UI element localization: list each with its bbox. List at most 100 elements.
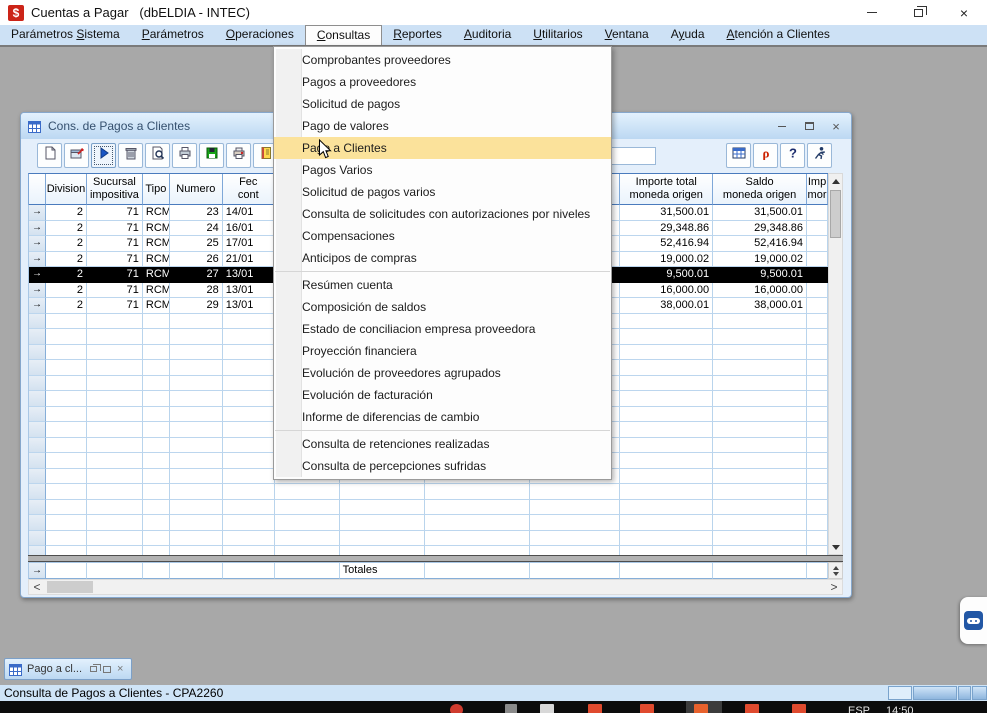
taskbar-app-icon[interactable] [540, 704, 554, 713]
empty-row[interactable] [29, 500, 828, 516]
cell-c7 [340, 546, 425, 555]
menu-item-evolucion-de-facturacion[interactable]: Evolución de facturación [274, 384, 611, 406]
menu-item-compensaciones[interactable]: Compensaciones [274, 225, 611, 247]
menu-item-consulta-de-solicitudes-con-autorizaciones-por-niveles[interactable]: Consulta de solicitudes con autorizacion… [274, 203, 611, 225]
statusbar-panel [958, 686, 971, 700]
vertical-scrollbar[interactable] [828, 173, 843, 555]
menubar-item-atencion-a-clientes[interactable]: Atención a Clientes [716, 25, 841, 45]
table-button[interactable] [726, 143, 751, 168]
help-button[interactable]: ? [780, 143, 805, 168]
taskbar-app-icon[interactable] [505, 704, 517, 713]
empty-row[interactable] [29, 531, 828, 547]
scroll-up-button[interactable] [829, 174, 842, 188]
save-button[interactable] [199, 143, 224, 168]
taskbar-clock[interactable]: 14:50 [886, 705, 914, 713]
column-header-fecha[interactable]: Fec cont [223, 174, 275, 205]
cell-impmor [807, 500, 828, 516]
horizontal-scroll-thumb[interactable] [47, 581, 93, 593]
cell-marker [29, 484, 46, 500]
menubar-item-auditoria[interactable]: Auditoria [453, 25, 522, 45]
menubar-item-reportes[interactable]: Reportes [382, 25, 453, 45]
new-document-button[interactable] [37, 143, 62, 168]
column-header-numero[interactable]: Numero [170, 174, 223, 205]
close-button[interactable]: × [941, 0, 987, 25]
menubar-item-consultas[interactable]: Consultas [305, 25, 382, 45]
taskbar-app-icon[interactable] [792, 704, 806, 713]
taskbar-app-icon[interactable] [640, 704, 654, 713]
menubar-item-ayuda[interactable]: Ayuda [660, 25, 716, 45]
chart-button[interactable]: ρ [753, 143, 778, 168]
menu-item-consulta-de-retenciones-realizadas[interactable]: Consulta de retenciones realizadas [274, 433, 611, 455]
taskbar-app-icon[interactable] [450, 704, 463, 713]
os-taskbar[interactable]: ESP 14:50 [0, 701, 987, 713]
column-header-marker[interactable] [29, 174, 46, 205]
taskbar-app-icon[interactable] [745, 704, 759, 713]
edit-record-button[interactable] [64, 143, 89, 168]
menubar-item-utilitarios[interactable]: Utilitarios [522, 25, 593, 45]
menu-item-informe-de-diferencias-de-cambio[interactable]: Informe de diferencias de cambio [274, 406, 611, 428]
run-button[interactable] [91, 143, 116, 168]
menu-item-pago-de-valores[interactable]: Pago de valores [274, 115, 611, 137]
menubar-item-parametros[interactable]: Parámetros [131, 25, 215, 45]
cell-saldo: 16,000.00 [713, 283, 807, 299]
menu-item-resumen-cuenta[interactable]: Resúmen cuenta [274, 274, 611, 296]
menubar-item-operaciones[interactable]: Operaciones [215, 25, 305, 45]
menubar-item-ventana[interactable]: Ventana [594, 25, 660, 45]
preview-icon [150, 145, 166, 166]
cell-numero [170, 515, 223, 531]
menu-item-estado-de-conciliacion-empresa-proveedora[interactable]: Estado de conciliacion empresa proveedor… [274, 318, 611, 340]
restore-icon[interactable] [90, 666, 97, 672]
cell-fecha [223, 515, 275, 531]
taskbar-app-icon[interactable] [694, 704, 708, 713]
column-header-tipo[interactable]: Tipo [143, 174, 170, 205]
grid-splitter[interactable] [28, 555, 843, 562]
close-icon[interactable]: × [117, 664, 123, 675]
empty-row[interactable] [29, 515, 828, 531]
menu-item-solicitud-de-pagos[interactable]: Solicitud de pagos [274, 93, 611, 115]
menu-item-comprobantes-proveedores[interactable]: Comprobantes proveedores [274, 49, 611, 71]
totals-spinner[interactable] [828, 562, 843, 579]
menubar-item-parametros-sistema[interactable]: Parámetros Sistema [0, 25, 131, 45]
maximize-icon[interactable] [103, 666, 111, 673]
column-header-saldo[interactable]: Saldo moneda origen [713, 174, 807, 205]
menu-item-pagos-a-proveedores[interactable]: Pagos a proveedores [274, 71, 611, 93]
cell-importe [620, 360, 713, 376]
menu-item-evolucion-de-proveedores-agrupados[interactable]: Evolución de proveedores agrupados [274, 362, 611, 384]
restore-button[interactable] [895, 0, 941, 25]
table-icon [731, 145, 747, 166]
minimized-window[interactable]: Pago a cl... × [4, 658, 132, 680]
menu-item-solicitud-de-pagos-varios[interactable]: Solicitud de pagos varios [274, 181, 611, 203]
horizontal-scrollbar[interactable]: < > [28, 579, 843, 595]
exit-button[interactable] [807, 143, 832, 168]
scroll-right-button[interactable]: > [826, 580, 842, 594]
remote-assist-tab[interactable] [960, 597, 987, 644]
taskbar-language[interactable]: ESP [848, 705, 870, 713]
empty-row[interactable] [29, 546, 828, 555]
child-close-button[interactable]: × [829, 119, 843, 133]
taskbar-app-icon[interactable] [588, 704, 602, 713]
minimize-icon [778, 126, 786, 127]
menu-item-composicion-de-saldos[interactable]: Composición de saldos [274, 296, 611, 318]
vertical-scroll-thumb[interactable] [830, 190, 841, 238]
cell-fecha [223, 391, 275, 407]
menu-item-anticipos-de-compras[interactable]: Anticipos de compras [274, 247, 611, 269]
scroll-down-button[interactable] [829, 540, 842, 554]
column-header-impmor[interactable]: Imp mor [807, 174, 828, 205]
column-header-division[interactable]: Division [46, 174, 87, 205]
menu-item-proyeccion-financiera[interactable]: Proyección financiera [274, 340, 611, 362]
minimize-button[interactable] [849, 0, 895, 25]
close-icon: × [960, 6, 968, 20]
delete-button[interactable] [118, 143, 143, 168]
column-header-importe[interactable]: Importe total moneda origen [620, 174, 713, 205]
preview-button[interactable] [145, 143, 170, 168]
cell-numero [170, 453, 223, 469]
scroll-left-button[interactable]: < [29, 580, 45, 594]
child-minimize-button[interactable] [775, 119, 789, 133]
cell-importe [620, 438, 713, 454]
empty-row[interactable] [29, 484, 828, 500]
menu-item-consulta-de-percepciones-sufridas[interactable]: Consulta de percepciones sufridas [274, 455, 611, 477]
child-maximize-button[interactable] [802, 119, 816, 133]
column-header-sucursal[interactable]: Sucursal impositiva [87, 174, 143, 205]
print-setup-button[interactable] [226, 143, 251, 168]
print-button[interactable] [172, 143, 197, 168]
